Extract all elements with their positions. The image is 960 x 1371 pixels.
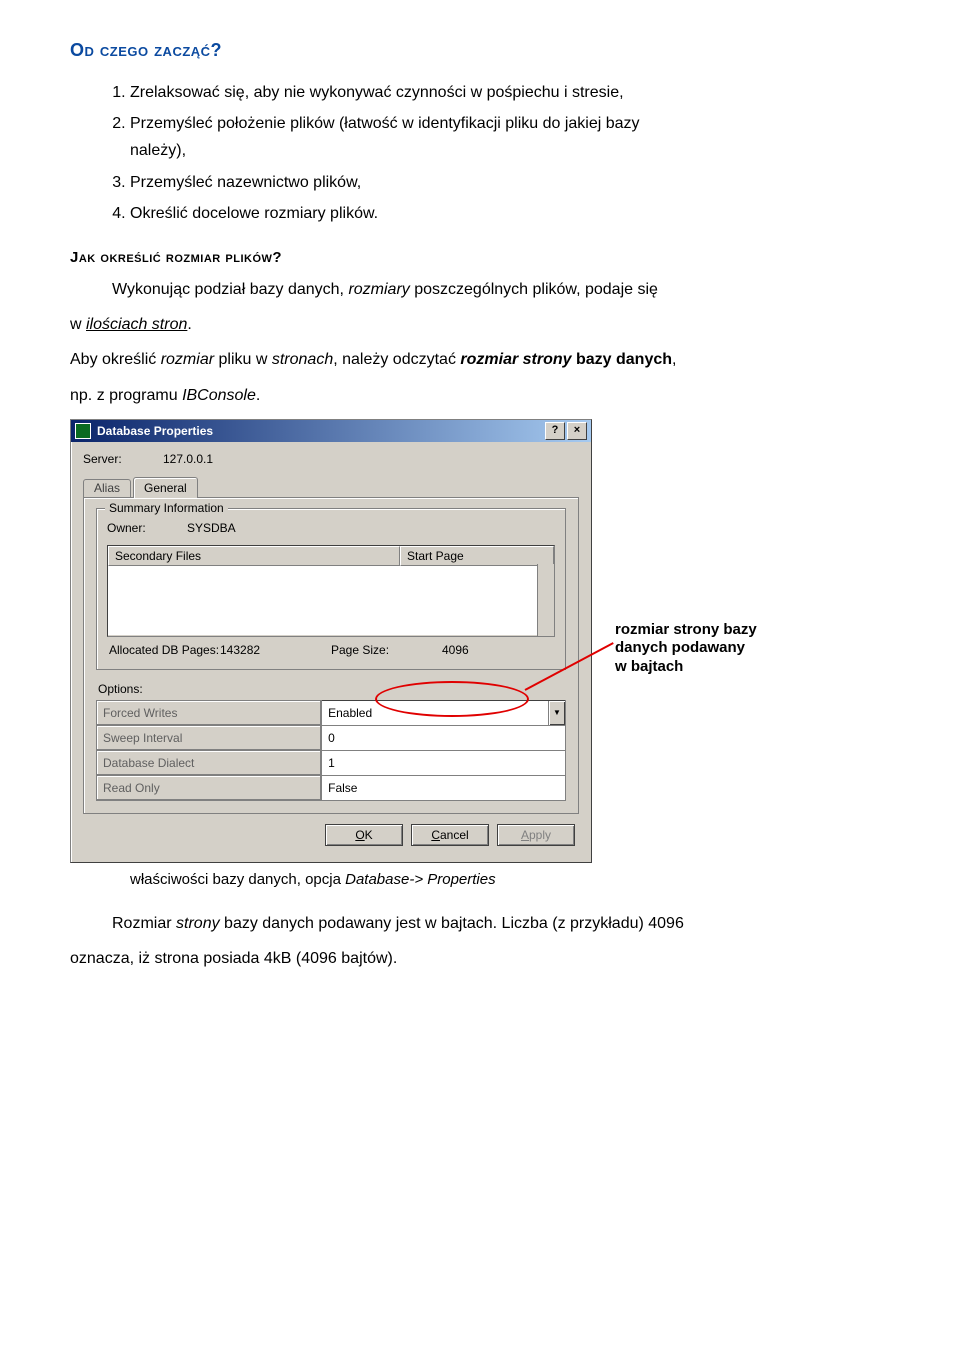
text: rozmiary bbox=[348, 281, 409, 298]
opt-read-only-value[interactable]: False bbox=[322, 775, 566, 800]
text: rozmiar bbox=[161, 351, 214, 368]
text: IBConsole bbox=[182, 387, 256, 404]
opt-database-dialect-label: Database Dialect bbox=[97, 750, 322, 775]
text: bazy danych bbox=[572, 351, 672, 368]
text: bazy danych podawany jest w bajtach. Lic… bbox=[220, 915, 684, 932]
titlebar: Database Properties ? × bbox=[71, 420, 591, 442]
text: Przemyśleć położenie plików (łatwość w i… bbox=[130, 115, 640, 132]
column-secondary-files: Secondary Files bbox=[108, 546, 400, 566]
group-title: Summary Information bbox=[105, 501, 228, 515]
opt-forced-writes-label: Forced Writes bbox=[97, 700, 322, 725]
text: pliku w bbox=[214, 351, 272, 368]
text: danych podawany bbox=[615, 639, 745, 656]
server-label: Server: bbox=[83, 452, 163, 466]
text: Wykonując podział bazy danych, bbox=[112, 281, 348, 298]
opt-sweep-interval-label: Sweep Interval bbox=[97, 725, 322, 750]
list-item: Zrelaksować się, aby nie wykonywać czynn… bbox=[130, 79, 890, 106]
text: , bbox=[672, 351, 676, 368]
heading-od-czego-zaczac: Od czego zacząć? bbox=[70, 40, 890, 61]
options-label: Options: bbox=[98, 682, 564, 696]
page-size-label: Page Size: bbox=[331, 643, 442, 657]
text: właściwości bazy danych, opcja bbox=[130, 871, 345, 888]
tab-general[interactable]: General bbox=[133, 477, 198, 498]
text: stronach bbox=[272, 351, 333, 368]
opt-sweep-interval-value[interactable]: 0 bbox=[322, 725, 566, 750]
tab-panel-general: Summary Information Owner: SYSDBA Second… bbox=[83, 497, 579, 814]
text: strony bbox=[176, 915, 220, 932]
paragraph: Rozmiar strony bazy danych podawany jest… bbox=[70, 910, 890, 937]
page-size-value: 4096 bbox=[442, 643, 553, 657]
options-table: Forced Writes Enabled ▼ Sweep Interval 0… bbox=[96, 700, 566, 801]
text: rozmiar strony bazy bbox=[615, 621, 757, 638]
screenshot-dialog-wrap: Database Properties ? × Server: 127.0.0.… bbox=[70, 419, 790, 863]
text: . bbox=[256, 387, 260, 404]
cancel-button[interactable]: Cancel bbox=[411, 824, 489, 846]
list-item: Przemyśleć nazewnictwo plików, bbox=[130, 169, 890, 196]
paragraph: Wykonując podział bazy danych, rozmiary … bbox=[70, 276, 890, 303]
group-summary-information: Summary Information Owner: SYSDBA Second… bbox=[96, 508, 566, 670]
allocated-pages-value: 143282 bbox=[220, 643, 331, 657]
column-start-page: Start Page bbox=[400, 546, 554, 566]
list-item: Przemyśleć położenie plików (łatwość w i… bbox=[130, 110, 890, 164]
text: Rozmiar bbox=[112, 915, 176, 932]
allocated-pages-label: Allocated DB Pages: bbox=[109, 643, 220, 657]
list-item: Określić docelowe rozmiary plików. bbox=[130, 200, 890, 227]
apply-button[interactable]: Apply bbox=[497, 824, 575, 846]
paragraph: oznacza, iż strona posiada 4kB (4096 baj… bbox=[70, 945, 890, 972]
owner-label: Owner: bbox=[107, 521, 187, 535]
window-title: Database Properties bbox=[97, 424, 543, 438]
ok-button[interactable]: OK bbox=[325, 824, 403, 846]
text: np. z programu bbox=[70, 387, 182, 404]
opt-database-dialect-value[interactable]: 1 bbox=[322, 750, 566, 775]
text: Enabled bbox=[328, 706, 372, 720]
close-button[interactable]: × bbox=[567, 422, 587, 440]
dialog-database-properties: Database Properties ? × Server: 127.0.0.… bbox=[70, 419, 592, 863]
text: poszczególnych plików, podaje się bbox=[410, 281, 658, 298]
annotation-callout: rozmiar strony bazy danych podawany w ba… bbox=[615, 621, 757, 677]
opt-read-only-label: Read Only bbox=[97, 775, 322, 800]
text: oznacza, iż strona posiada 4kB (4096 baj… bbox=[70, 950, 397, 967]
numbered-list: Zrelaksować się, aby nie wykonywać czynn… bbox=[70, 79, 890, 227]
text: należy), bbox=[130, 142, 186, 159]
tabstrip: Alias General bbox=[83, 476, 579, 497]
text: , należy odczytać bbox=[333, 351, 460, 368]
app-icon bbox=[75, 423, 91, 439]
help-button[interactable]: ? bbox=[545, 422, 565, 440]
paragraph: np. z programu IBConsole. bbox=[70, 382, 890, 409]
opt-forced-writes-value[interactable]: Enabled ▼ bbox=[322, 700, 566, 725]
text: Aby określić bbox=[70, 351, 161, 368]
paragraph: Aby określić rozmiar pliku w stronach, n… bbox=[70, 346, 890, 373]
text: . bbox=[187, 316, 191, 333]
paragraph: w ilościach stron. bbox=[70, 311, 890, 338]
text: w bajtach bbox=[615, 658, 683, 675]
heading-jak-okreslic: Jak określić rozmiar plików? bbox=[70, 249, 890, 266]
secondary-files-list[interactable]: Secondary Files Start Page bbox=[107, 545, 555, 637]
server-value: 127.0.0.1 bbox=[163, 452, 213, 466]
figure-caption: właściwości bazy danych, opcja Database-… bbox=[130, 871, 890, 888]
text: Database-> Properties bbox=[345, 871, 496, 888]
text: rozmiar strony bbox=[460, 351, 571, 368]
owner-value: SYSDBA bbox=[187, 521, 236, 535]
chevron-down-icon[interactable]: ▼ bbox=[548, 701, 565, 725]
text: w bbox=[70, 316, 86, 333]
scrollbar[interactable] bbox=[537, 564, 554, 636]
text: ilościach stron bbox=[86, 316, 187, 333]
